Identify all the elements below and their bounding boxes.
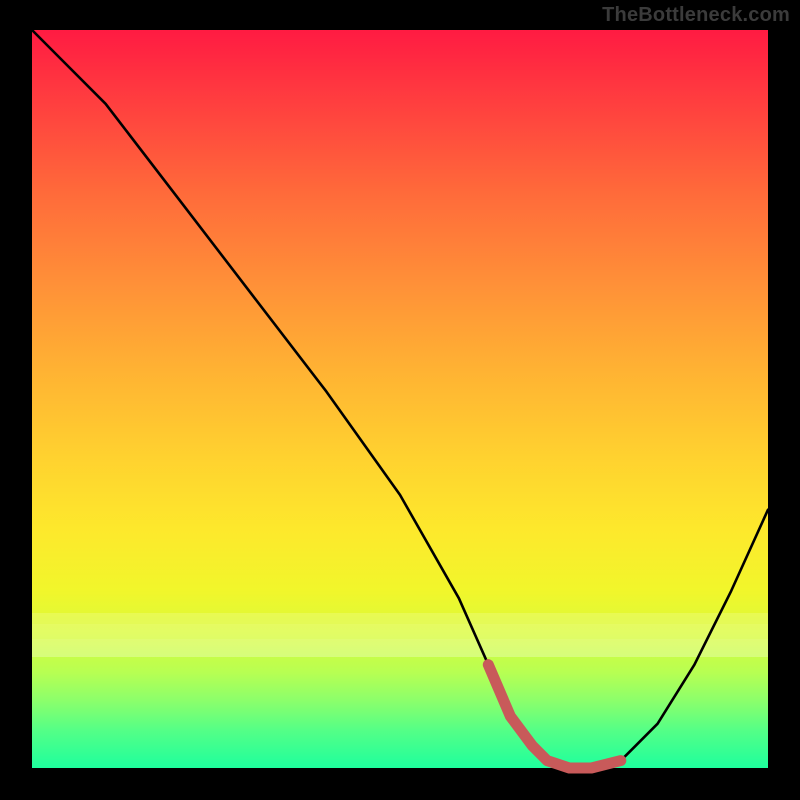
chart-frame: TheBottleneck.com [0, 0, 800, 800]
attribution-label: TheBottleneck.com [602, 4, 790, 27]
bottleneck-curve [32, 30, 768, 768]
chart-plot-area [32, 30, 768, 768]
optimal-marker [488, 665, 621, 768]
chart-svg [32, 30, 768, 768]
